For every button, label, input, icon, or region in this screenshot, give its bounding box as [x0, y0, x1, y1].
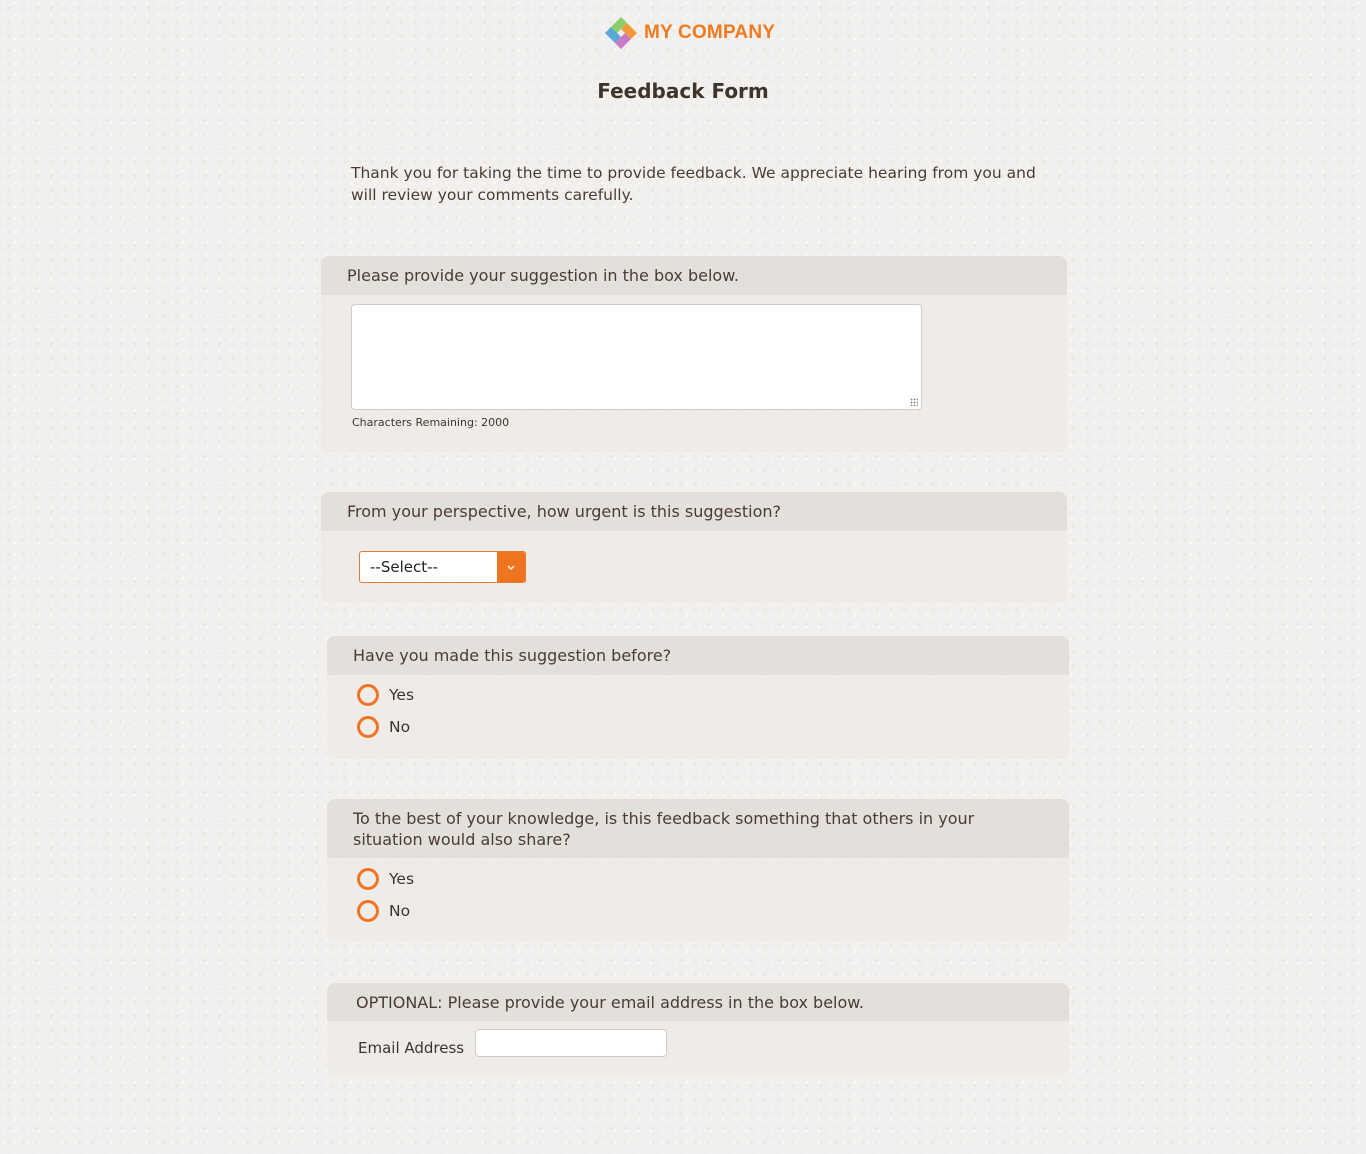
previous-suggestion-section: Have you made this suggestion before? Ye… — [327, 636, 1069, 759]
email-input[interactable] — [475, 1029, 667, 1057]
radio-no[interactable] — [357, 900, 379, 922]
urgency-section: From your perspective, how urgent is thi… — [321, 492, 1067, 603]
chevron-down-icon — [507, 565, 515, 570]
radio-label: No — [389, 718, 411, 736]
urgency-select-value: --Select-- — [370, 558, 438, 576]
shared-feedback-question: To the best of your knowledge, is this f… — [327, 799, 1069, 858]
urgency-select-button[interactable] — [497, 552, 525, 582]
shared-no-option[interactable]: No — [357, 900, 410, 922]
urgency-question: From your perspective, how urgent is thi… — [321, 492, 1067, 531]
radio-no[interactable] — [357, 716, 379, 738]
shared-feedback-section: To the best of your knowledge, is this f… — [327, 799, 1069, 942]
previous-yes-option[interactable]: Yes — [357, 684, 414, 706]
email-question: OPTIONAL: Please provide your email addr… — [327, 983, 1069, 1021]
suggestion-textarea[interactable] — [351, 304, 922, 410]
diamond-logo-icon — [605, 17, 637, 49]
resize-handle-icon[interactable] — [910, 398, 918, 406]
suggestion-question: Please provide your suggestion in the bo… — [321, 256, 1067, 295]
radio-label: Yes — [389, 686, 415, 704]
shared-yes-option[interactable]: Yes — [357, 868, 414, 890]
characters-remaining: Characters Remaining: 2000 — [352, 416, 510, 429]
intro-text: Thank you for taking the time to provide… — [351, 164, 1036, 204]
page-title: Feedback Form — [597, 79, 769, 103]
radio-label: No — [389, 902, 411, 920]
email-section: OPTIONAL: Please provide your email addr… — [327, 983, 1069, 1075]
radio-label: Yes — [389, 870, 415, 888]
suggestion-section: Please provide your suggestion in the bo… — [321, 256, 1067, 452]
radio-yes[interactable] — [357, 868, 379, 890]
email-label: Email Address — [358, 1039, 465, 1057]
radio-yes[interactable] — [357, 684, 379, 706]
urgency-select[interactable]: --Select-- — [359, 551, 526, 583]
company-logo: MY COMPANY — [602, 15, 775, 51]
previous-no-option[interactable]: No — [357, 716, 410, 738]
previous-suggestion-question: Have you made this suggestion before? — [327, 636, 1069, 675]
logo-text: MY COMPANY — [644, 22, 776, 43]
